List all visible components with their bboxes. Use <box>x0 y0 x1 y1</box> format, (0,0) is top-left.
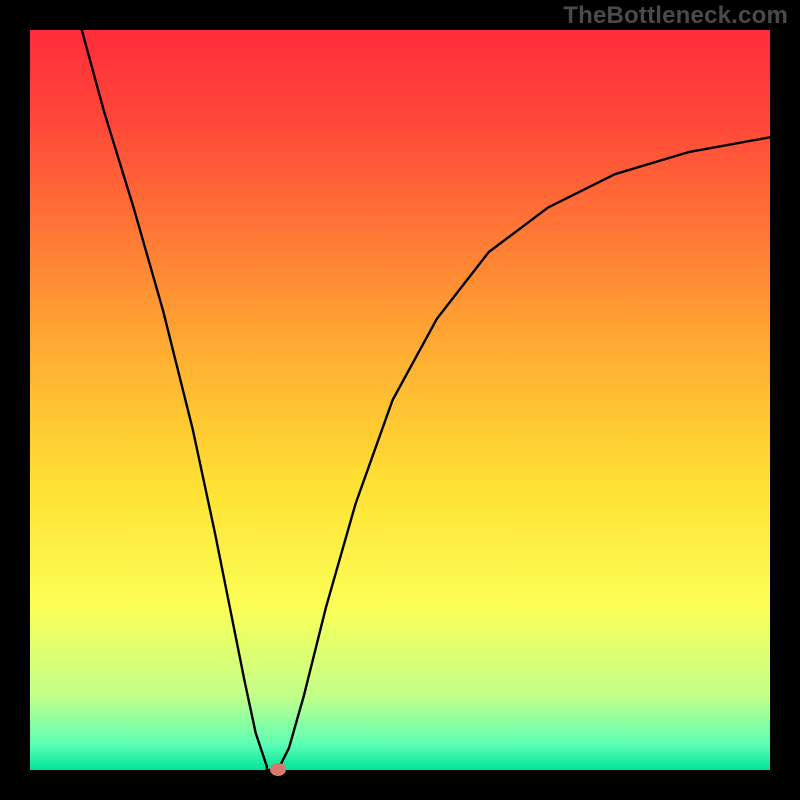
gradient-bg <box>30 30 770 770</box>
minimum-marker-icon <box>270 763 286 776</box>
chart-frame: TheBottleneck.com <box>0 0 800 800</box>
watermark-text: TheBottleneck.com <box>563 2 788 30</box>
bottleneck-chart <box>30 30 770 770</box>
